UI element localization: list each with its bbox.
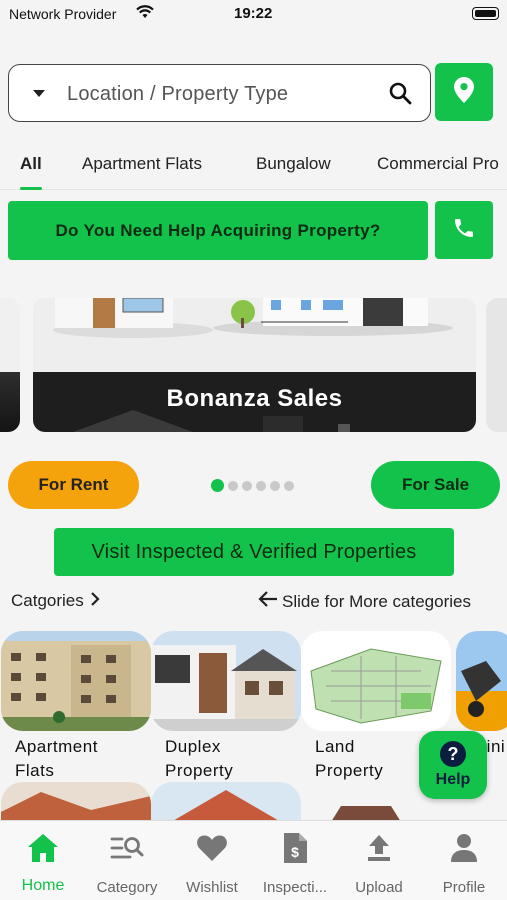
tab-apartment-flats[interactable]: Apartment Flats bbox=[82, 154, 202, 174]
battery-icon bbox=[472, 7, 499, 20]
nav-label: Category bbox=[96, 879, 158, 896]
wifi-icon bbox=[136, 5, 154, 24]
verified-properties-button[interactable]: Visit Inspected & Verified Properties bbox=[54, 528, 454, 576]
category-card-row2-image[interactable] bbox=[151, 782, 301, 822]
nav-label: Inspecti... bbox=[262, 879, 328, 896]
slide-shade bbox=[486, 298, 507, 432]
app-screen: Network Provider 19:22 Location / Proper… bbox=[0, 0, 507, 900]
search-input[interactable]: Location / Property Type bbox=[67, 83, 288, 106]
category-label-apartment: Apartment Flats bbox=[15, 735, 98, 783]
home-icon bbox=[3, 829, 83, 867]
phone-icon bbox=[452, 216, 476, 245]
for-rent-button[interactable]: For Rent bbox=[8, 461, 139, 509]
slide-more-text: Slide for More categories bbox=[282, 591, 471, 611]
carousel-slide-bonanza[interactable]: Bonanza Sales bbox=[33, 298, 476, 432]
nav-label: Profile bbox=[442, 879, 486, 896]
help-fab-button[interactable]: ? Help bbox=[419, 731, 487, 799]
chevron-right-icon bbox=[90, 591, 100, 611]
location-button[interactable] bbox=[435, 63, 493, 121]
nav-profile[interactable]: Profile bbox=[424, 829, 504, 896]
category-line-2: Property bbox=[165, 761, 234, 780]
carousel-dot[interactable] bbox=[228, 480, 238, 491]
for-sale-button[interactable]: For Sale bbox=[371, 461, 500, 509]
category-search-icon bbox=[87, 829, 167, 867]
arrow-left-icon bbox=[258, 591, 278, 612]
search-icon[interactable] bbox=[388, 81, 412, 110]
tab-bungalow[interactable]: Bungalow bbox=[256, 154, 331, 174]
category-line-1: Duplex bbox=[165, 737, 221, 756]
nav-upload[interactable]: Upload bbox=[339, 829, 419, 896]
svg-text:$: $ bbox=[291, 844, 299, 860]
nav-label: Home bbox=[21, 877, 65, 894]
nav-home[interactable]: Home bbox=[3, 829, 83, 895]
clock: 19:22 bbox=[234, 5, 273, 22]
carousel-slide-prev[interactable] bbox=[0, 298, 20, 432]
tab-active-indicator bbox=[20, 187, 42, 190]
search-bar[interactable]: Location / Property Type bbox=[8, 64, 431, 122]
nav-category[interactable]: Category bbox=[87, 829, 167, 896]
dropdown-caret-icon[interactable] bbox=[33, 90, 45, 97]
nav-label: Upload bbox=[355, 879, 403, 896]
carousel-indicator bbox=[211, 479, 294, 492]
carrier-label: Network Provider bbox=[9, 6, 117, 22]
document-dollar-icon: $ bbox=[255, 829, 335, 867]
profile-icon bbox=[424, 829, 504, 867]
upload-icon bbox=[339, 829, 419, 867]
tab-all[interactable]: All bbox=[20, 154, 42, 174]
question-icon: ? bbox=[440, 741, 466, 767]
location-pin-icon bbox=[454, 76, 474, 108]
status-bar: Network Provider 19:22 bbox=[0, 0, 507, 30]
categories-heading: Catgories bbox=[11, 591, 84, 610]
category-card-land-image[interactable] bbox=[301, 631, 451, 731]
help-fab-label: Help bbox=[435, 771, 471, 788]
property-type-tabs: All Apartment Flats Bungalow Commercial … bbox=[0, 150, 507, 190]
category-line-1: Land bbox=[315, 737, 355, 756]
slide-title: Bonanza Sales bbox=[166, 385, 343, 412]
carousel-dot[interactable] bbox=[211, 479, 224, 492]
carousel-dot[interactable] bbox=[284, 480, 294, 491]
categories-link[interactable]: Catgories bbox=[11, 591, 100, 611]
category-line-1: Apartment bbox=[15, 737, 98, 756]
carousel-dot[interactable] bbox=[242, 480, 252, 491]
category-line-2: Property bbox=[315, 761, 384, 780]
category-card-mini-image[interactable] bbox=[456, 631, 507, 731]
nav-inspection[interactable]: $ Inspecti... bbox=[255, 829, 335, 896]
carousel-dot[interactable] bbox=[270, 480, 280, 491]
category-label-land: Land Property bbox=[315, 735, 383, 783]
carousel-slide-next[interactable] bbox=[486, 298, 507, 432]
nav-wishlist[interactable]: Wishlist bbox=[172, 829, 252, 896]
tab-commercial[interactable]: Commercial Pro bbox=[377, 154, 499, 174]
category-label-duplex: Duplex Property bbox=[165, 735, 233, 783]
bottom-navigation: Home Category Wishlist $ Inspecti... Upl… bbox=[0, 820, 507, 900]
heart-icon bbox=[172, 829, 252, 867]
call-button[interactable] bbox=[435, 201, 493, 259]
category-card-apartment-image[interactable] bbox=[1, 631, 151, 731]
category-card-row2-image[interactable] bbox=[1, 782, 151, 822]
help-acquiring-banner[interactable]: Do You Need Help Acquiring Property? bbox=[8, 201, 428, 260]
carousel-dot[interactable] bbox=[256, 480, 266, 491]
nav-label: Wishlist bbox=[186, 879, 238, 896]
slide-shade bbox=[0, 372, 20, 432]
slide-more-hint: Slide for More categories bbox=[258, 591, 471, 612]
category-card-duplex-image[interactable] bbox=[151, 631, 301, 731]
category-line-2: Flats bbox=[15, 761, 55, 780]
